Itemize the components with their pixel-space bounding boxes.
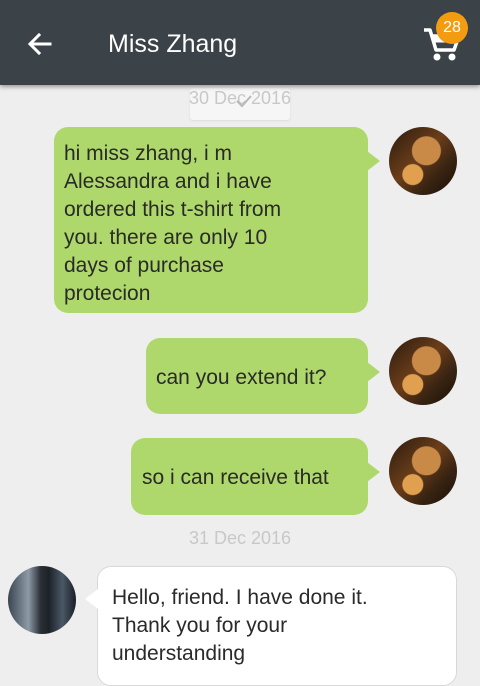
avatar[interactable] <box>389 437 457 505</box>
message-text: hi miss zhang, i m Alessandra and i have… <box>64 142 282 305</box>
message-bubble[interactable]: hi miss zhang, i m Alessandra and i have… <box>54 127 380 313</box>
date-separator: 31 Dec 2016 <box>188 528 292 548</box>
app-header: Miss Zhang 28 <box>0 0 480 85</box>
back-button[interactable] <box>22 26 58 62</box>
avatar[interactable] <box>389 127 457 195</box>
checkmark-icon <box>236 95 252 108</box>
message-text: so i can receive that <box>142 466 329 489</box>
message-bubble[interactable]: Hello, friend. I have done it. Thank you… <box>85 566 457 686</box>
cart-count-badge: 28 <box>436 12 468 44</box>
message-text: Hello, friend. I have done it. Thank you… <box>112 586 368 665</box>
message-bubble[interactable]: can you extend it? <box>146 338 380 414</box>
message-text: can you extend it? <box>156 366 327 389</box>
chat-title: Miss Zhang <box>108 30 238 58</box>
avatar[interactable] <box>8 566 76 634</box>
back-arrow-icon <box>27 32 52 56</box>
message-bubble[interactable]: so i can receive that <box>131 438 380 515</box>
avatar[interactable] <box>389 337 457 405</box>
